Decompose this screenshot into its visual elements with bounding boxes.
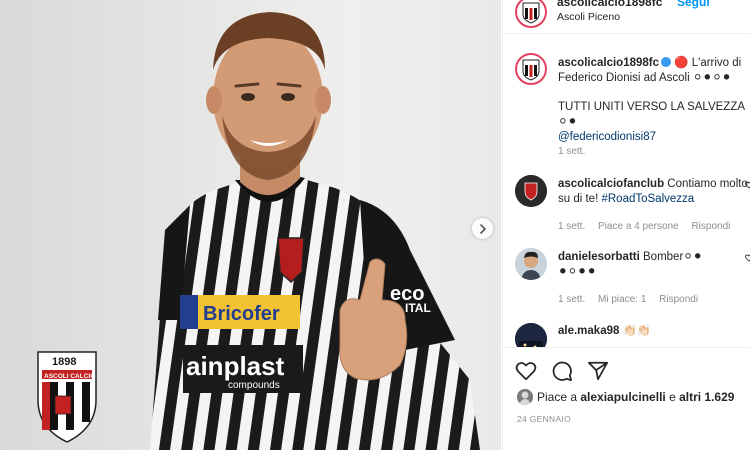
comment-text: 👏🏻👏🏻	[619, 325, 652, 337]
caption-username[interactable]: ascolicalcio1898fc	[558, 57, 659, 69]
heart-icon[interactable]	[745, 181, 750, 189]
user-avatar-icon	[515, 248, 547, 280]
likes-others[interactable]: altri 1.629	[679, 390, 734, 404]
reply-button[interactable]: Rispondi	[659, 294, 698, 305]
caption-mention[interactable]: @federicodionisi87	[558, 130, 748, 145]
post-date: 24 GENNAIO	[517, 414, 572, 424]
comment-text-2: ⚫⚪⚫⚫	[558, 266, 597, 278]
likes-summary[interactable]: Piace a alexiapulcinelli e altri 1.629	[517, 389, 734, 405]
author-username[interactable]: ascolicalcio1898fc	[557, 0, 662, 9]
verified-icon	[661, 57, 672, 67]
player-photo: Bricofer ainplast compounds eco ITAL 189…	[37, 12, 480, 450]
club-crest-icon	[522, 59, 540, 81]
caption-time[interactable]: 1 sett.	[558, 146, 585, 157]
likes-middle: e	[665, 390, 680, 404]
comment-username[interactable]: ascolicalciofanclub	[558, 178, 664, 190]
heart-icon[interactable]	[515, 360, 537, 382]
liker-username[interactable]: alexiapulcinelli	[580, 390, 665, 404]
post-photo[interactable]: Bricofer ainplast compounds eco ITAL 189…	[0, 0, 501, 450]
caption-text-2: TUTTI UNITI VERSO LA SALVEZZA ⚪⚫	[558, 101, 745, 128]
comment-icon[interactable]	[551, 360, 573, 382]
club-crest-icon	[515, 175, 547, 207]
jersey-sponsor-text: Bricofer	[203, 303, 280, 325]
commenter-avatar[interactable]	[515, 175, 547, 207]
comment-hashtag[interactable]: #RoadToSalvezza	[601, 193, 694, 205]
jersey-sponsor-2-text: ainplast	[186, 351, 285, 381]
comment-likes[interactable]: Mi piace: 1	[598, 294, 646, 305]
sleeve-sponsor-sub: ITAL	[405, 301, 431, 315]
user-avatar-icon	[517, 389, 533, 405]
share-icon[interactable]	[587, 360, 609, 382]
follow-button[interactable]: Segui	[677, 0, 710, 9]
author-avatar[interactable]	[515, 0, 547, 28]
comment-likes[interactable]: Piace a 4 persone	[598, 221, 679, 232]
commenter-avatar[interactable]	[515, 248, 547, 280]
chevron-right-icon	[479, 223, 486, 234]
logo-year: 1898	[52, 356, 76, 368]
action-bar	[515, 360, 609, 382]
heart-icon[interactable]	[745, 254, 750, 262]
caption-avatar[interactable]	[515, 53, 547, 85]
logo-name: ASCOLI CALCIO	[44, 373, 95, 380]
post-side-panel: ascolicalcio1898fc Segui Ascoli Piceno a…	[502, 0, 750, 450]
comment-text: Bomber⚪⚫	[639, 251, 703, 263]
comment-username[interactable]: danielesorbatti	[558, 251, 640, 263]
next-photo-button[interactable]	[472, 218, 493, 239]
club-logo: 1898 ASCOLI CALCIO	[37, 351, 97, 443]
post-actions-area: Piace a alexiapulcinelli e altri 1.629 2…	[503, 347, 750, 450]
likes-prefix: Piace a	[537, 390, 581, 404]
comment-time[interactable]: 1 sett.	[558, 221, 585, 232]
comment-username[interactable]: ale.maka98	[558, 325, 619, 337]
reply-button[interactable]: Rispondi	[691, 221, 730, 232]
post-header: ascolicalcio1898fc Segui Ascoli Piceno	[503, 0, 750, 34]
club-crest-icon	[522, 2, 540, 24]
liker-avatar	[517, 389, 533, 405]
comment-time[interactable]: 1 sett.	[558, 294, 585, 305]
jersey-sponsor-2-sub: compounds	[228, 380, 280, 391]
post-location[interactable]: Ascoli Piceno	[557, 11, 620, 23]
